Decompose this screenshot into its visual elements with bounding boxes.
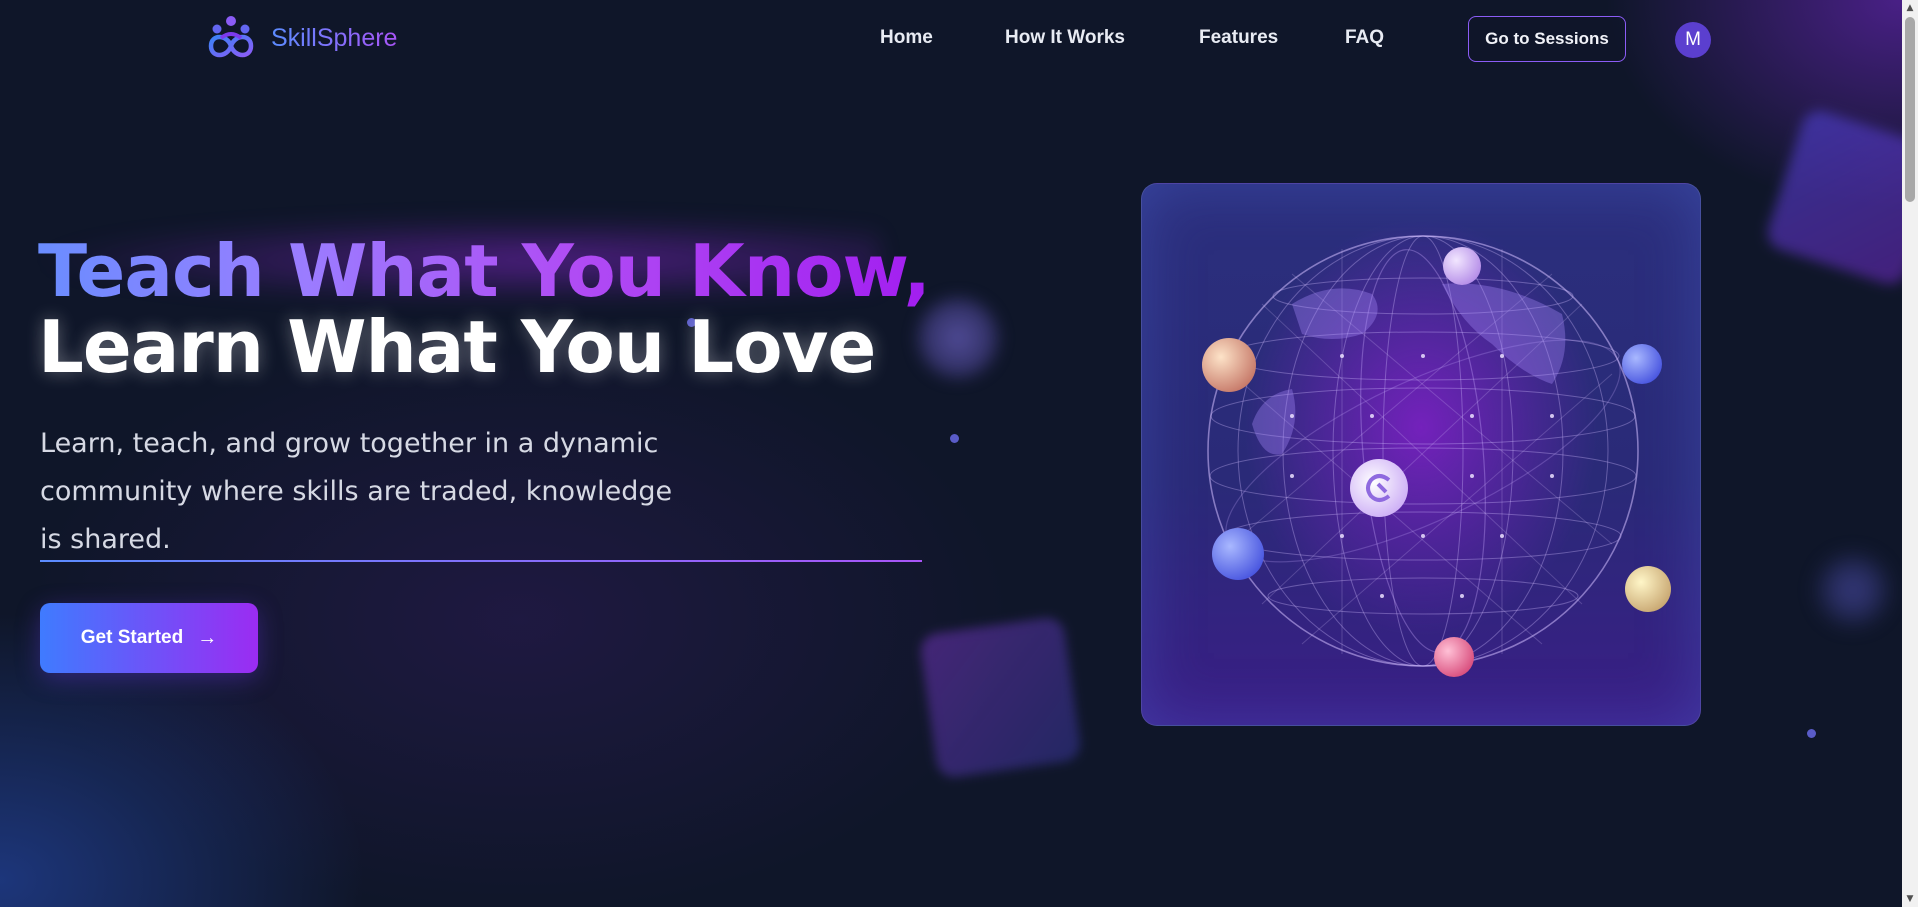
hero-divider xyxy=(40,560,922,562)
scroll-down-arrow-icon[interactable]: ▼ xyxy=(1902,891,1918,907)
scrollbar-thumb[interactable] xyxy=(1905,17,1915,202)
people-infinity-logo-icon xyxy=(208,16,254,58)
get-started-label: Get Started xyxy=(80,627,184,648)
hero-title: Teach What You Know, Learn What You Love xyxy=(38,229,931,389)
decorative-blur-square xyxy=(1763,106,1902,289)
globe-illustration-card xyxy=(1141,183,1701,726)
arrow-right-icon: → xyxy=(197,626,218,649)
hero-title-line-1: Teach What You Know, xyxy=(38,229,931,313)
page-scrollbar[interactable]: ▲ ▼ xyxy=(1902,0,1918,907)
decorative-blur-circle xyxy=(918,298,998,378)
decorative-dot xyxy=(950,434,959,443)
decorative-blur-square xyxy=(918,615,1083,780)
top-navigation: SkillSphere Home How It Works Features F… xyxy=(0,0,1902,80)
brand-name: SkillSphere xyxy=(271,23,398,52)
wireframe-globe-illustration xyxy=(1202,235,1671,677)
nav-link-home[interactable]: Home xyxy=(880,27,933,49)
get-started-button[interactable]: Get Started → xyxy=(40,603,258,673)
brand-home-link[interactable]: SkillSphere xyxy=(205,14,397,62)
go-to-sessions-button[interactable]: Go to Sessions xyxy=(1468,16,1626,62)
nav-link-how-it-works[interactable]: How It Works xyxy=(1005,27,1125,49)
decorative-blur-circle xyxy=(1818,555,1888,625)
hero-subtitle: Learn, teach, and grow together in a dyn… xyxy=(40,428,673,555)
hero-title-line-2: Learn What You Love xyxy=(38,305,876,389)
nav-link-faq[interactable]: FAQ xyxy=(1345,27,1384,49)
page: SkillSphere Home How It Works Features F… xyxy=(0,0,1902,907)
scroll-up-arrow-icon[interactable]: ▲ xyxy=(1902,0,1918,16)
user-avatar[interactable]: M xyxy=(1675,22,1711,58)
nav-link-features[interactable]: Features xyxy=(1199,27,1278,49)
decorative-dot xyxy=(1807,729,1816,738)
